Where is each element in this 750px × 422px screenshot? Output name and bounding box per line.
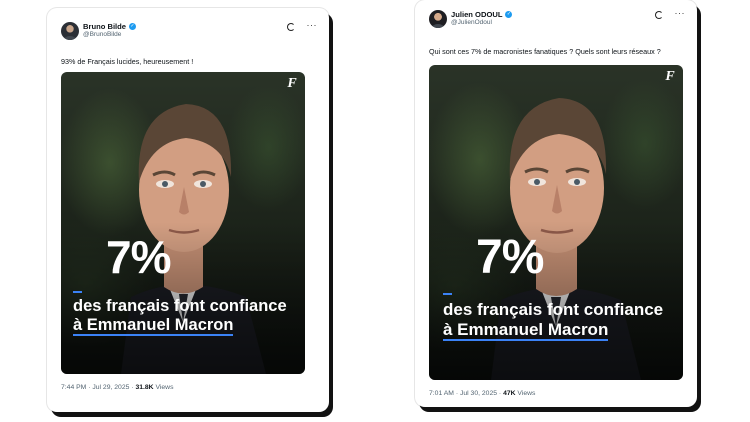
le-figaro-logo: F <box>665 69 675 84</box>
tweet-card-bruno-bilde[interactable]: Bruno Bilde ✓ @BrunoBilde ··· 93% de Fra… <box>47 8 329 412</box>
avatar[interactable] <box>429 10 447 28</box>
le-figaro-logo: F <box>287 76 297 91</box>
author-name[interactable]: Julien ODOUL <box>451 10 502 19</box>
more-options-icon[interactable]: ··· <box>307 20 318 30</box>
avatar[interactable] <box>61 22 79 40</box>
caption-line-2: à Emmanuel Macron <box>73 315 234 336</box>
caption-line-2: à Emmanuel Macron <box>443 319 609 341</box>
views-count: 31.8K <box>135 384 154 391</box>
views-label: Views <box>515 390 536 397</box>
tweet-text: 93% de Français lucides, heureusement ! <box>61 57 194 66</box>
media-caption: des français font confiance à Emmanuel M… <box>73 297 287 336</box>
verified-badge-icon: ✓ <box>129 23 137 30</box>
author-handle[interactable]: @JulienOdoul <box>451 19 492 26</box>
tweet-media-image[interactable]: F 7% des français font confiance à Emman… <box>429 65 683 380</box>
caption-line-1: des français font confiance <box>73 297 287 315</box>
caption-accent-line <box>73 291 82 293</box>
media-percent-text: 7% <box>476 231 544 284</box>
more-options-icon[interactable]: ··· <box>675 8 686 18</box>
tweet-meta: 7:01 AM · Jul 30, 2025 · 47K Views <box>429 390 535 397</box>
author-handle[interactable]: @BrunoBilde <box>83 31 121 38</box>
author-name-row[interactable]: Bruno Bilde ✓ <box>83 22 137 31</box>
grok-icon[interactable] <box>287 23 295 31</box>
caption-accent-line <box>443 293 452 295</box>
tweet-media-image[interactable]: F 7% des français font confiance à Emman… <box>61 72 305 374</box>
views-label: Views <box>153 384 174 391</box>
tweet-timestamp[interactable]: 7:44 PM · Jul 29, 2025 · <box>61 384 135 391</box>
author-name[interactable]: Bruno Bilde <box>83 22 126 31</box>
tweet-timestamp[interactable]: 7:01 AM · Jul 30, 2025 · <box>429 390 503 397</box>
tweet-header: Julien ODOUL ✓ @JulienOdoul ··· <box>429 8 686 36</box>
media-percent-text: 7% <box>106 231 171 283</box>
author-name-row[interactable]: Julien ODOUL ✓ <box>451 10 513 19</box>
tweet-card-julien-odoul[interactable]: Julien ODOUL ✓ @JulienOdoul ··· Qui sont… <box>415 0 697 407</box>
tweet-header: Bruno Bilde ✓ @BrunoBilde ··· <box>61 20 318 48</box>
caption-line-1: des français font confiance <box>443 300 664 319</box>
tweet-meta: 7:44 PM · Jul 29, 2025 · 31.8K Views <box>61 384 173 391</box>
tweet-text: Qui sont ces 7% de macronistes fanatique… <box>429 47 661 56</box>
views-count: 47K <box>503 390 516 397</box>
media-caption: des français font confiance à Emmanuel M… <box>443 300 664 341</box>
verified-badge-icon: ✓ <box>505 11 513 18</box>
grok-icon[interactable] <box>655 11 663 19</box>
